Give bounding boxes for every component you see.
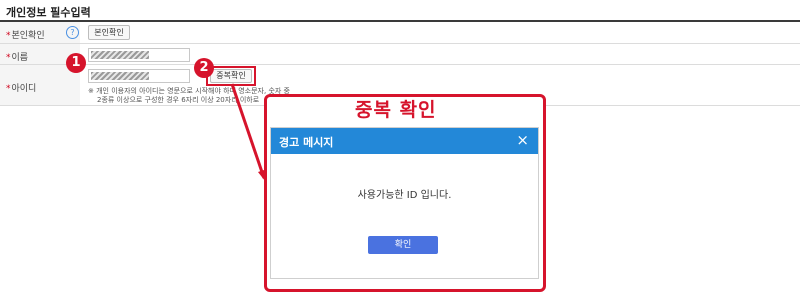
dialog-title: 경고 메시지	[279, 136, 334, 149]
ok-button[interactable]: 확인	[368, 236, 438, 254]
dialog-message: 사용가능한 ID 입니다.	[357, 190, 452, 201]
alert-dialog: 경고 메시지 × 사용가능한 ID 입니다. 확인	[270, 127, 539, 279]
dialog-header: 경고 메시지 ×	[271, 128, 538, 154]
close-icon[interactable]: ×	[516, 132, 529, 148]
callout-title: 중복 확인	[355, 99, 437, 121]
